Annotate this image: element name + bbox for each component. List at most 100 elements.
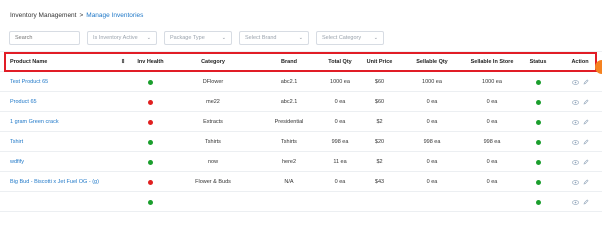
total-qty-cell: [325, 192, 355, 212]
status-dot[interactable]: [535, 199, 541, 205]
brand-cell: abc2.1: [280, 99, 298, 105]
inv-health-cell: [128, 72, 173, 92]
category-cell: [173, 192, 253, 212]
status-dot[interactable]: [535, 99, 541, 105]
status-dot[interactable]: [535, 79, 541, 85]
status-dot[interactable]: [535, 179, 541, 185]
action-cell: [560, 72, 600, 92]
product-name-cell: [10, 192, 128, 212]
product-name-link[interactable]: Big Bud - Biscotti x Jet Fuel OG - (g): [10, 179, 99, 185]
product-name-cell: Tshirt: [10, 132, 128, 152]
category-cell: now: [207, 159, 219, 165]
status-dot[interactable]: [535, 139, 541, 145]
action-cell: [560, 112, 600, 132]
inv-health-cell: [128, 112, 173, 132]
table-row: Big Bud - Biscotti x Jet Fuel OG - (g) Fl…: [0, 172, 602, 192]
health-dot: [148, 139, 153, 145]
unit-price-cell: $2: [376, 159, 383, 165]
sellable-in-store-cell: 1000 ea: [482, 79, 502, 85]
pencil-icon[interactable]: [583, 119, 589, 125]
total-qty-cell: 0 ea: [334, 99, 346, 105]
chevron-down-icon: ⌄: [221, 35, 226, 41]
pencil-icon[interactable]: [583, 79, 589, 85]
eye-icon[interactable]: [571, 79, 579, 85]
category-cell: Extracts: [203, 119, 223, 125]
status-cell: [522, 192, 554, 212]
product-name-cell: Test Product 65: [10, 72, 128, 92]
product-name-cell: wdfify: [10, 152, 128, 172]
inventory-active-label: Is Inventory Active: [93, 35, 138, 41]
sellable-qty-cell: 1000 ea: [422, 79, 442, 85]
table-row: Test Product 65 DFlower abc2.1 1000 ea $60 10…: [0, 72, 602, 92]
category-cell: Tshirts: [205, 139, 221, 145]
inv-health-cell: [128, 192, 173, 212]
package-type-label: Package Type: [170, 35, 205, 41]
product-name-link[interactable]: 1 gram Green crack: [10, 119, 59, 125]
status-dot[interactable]: [535, 159, 541, 165]
product-name-link[interactable]: Test Product 65: [10, 79, 48, 85]
breadcrumb-inventory-management[interactable]: Inventory Management: [10, 12, 76, 19]
side-action-button[interactable]: [595, 60, 602, 74]
unit-price-cell: $2: [376, 119, 383, 125]
brand-cell: here2: [281, 159, 297, 165]
brand-label: Select Brand: [245, 35, 277, 41]
sellable-in-store-cell: 0 ea: [486, 119, 498, 125]
action-cell: [560, 152, 600, 172]
unit-price-cell: $43: [374, 179, 385, 185]
status-dot[interactable]: [535, 119, 541, 125]
pencil-icon[interactable]: [583, 179, 589, 185]
pencil-icon[interactable]: [583, 99, 589, 105]
category-label: Select Category: [322, 35, 362, 41]
unit-price-cell: $60: [374, 99, 385, 105]
product-name-link[interactable]: wdfify: [10, 159, 24, 165]
brand-cell: Presidential: [274, 119, 304, 125]
filter-bar: Is Inventory Active ⌄ Package Type ⌄ Sel…: [9, 31, 384, 45]
health-dot: [148, 79, 153, 85]
status-cell: [522, 72, 554, 92]
table-row: wdfify now here2 11 ea $2 0 ea 0 ea: [0, 152, 602, 172]
status-cell: [522, 152, 554, 172]
unit-price-cell: [357, 192, 402, 212]
action-cell: [560, 192, 600, 212]
sellable-qty-cell: [402, 192, 462, 212]
table-row: Tshirt Tshirts Tshirts 998 ea $20 998 ea 998 e…: [0, 132, 602, 152]
eye-icon[interactable]: [571, 159, 579, 165]
status-cell: [522, 112, 554, 132]
eye-icon[interactable]: [571, 139, 579, 145]
inv-health-cell: [128, 172, 173, 192]
eye-icon[interactable]: [571, 99, 579, 105]
inventory-table: Product Name ⇕ Inv Health Category Brand…: [0, 52, 602, 212]
eye-icon[interactable]: [571, 119, 579, 125]
pencil-icon[interactable]: [583, 199, 589, 205]
search-input[interactable]: [15, 35, 74, 41]
category-cell: Flower & Buds: [195, 179, 231, 185]
product-name-link[interactable]: Product 65: [10, 99, 37, 105]
search-field[interactable]: [9, 31, 80, 45]
breadcrumb-separator: >: [79, 12, 84, 19]
eye-icon[interactable]: [571, 199, 579, 205]
total-qty-cell: 0 ea: [334, 179, 346, 185]
header-highlight-box: [4, 52, 597, 72]
pencil-icon[interactable]: [583, 159, 589, 165]
category-select[interactable]: Select Category ⌄: [316, 31, 384, 45]
sellable-in-store-cell: 998 ea: [483, 139, 501, 145]
total-qty-cell: 1000 ea: [330, 79, 350, 85]
health-dot: [148, 199, 153, 205]
product-name-link[interactable]: Tshirt: [10, 139, 23, 145]
status-cell: [522, 92, 554, 112]
table-row: 1 gram Green crack Extracts Presidential 0 …: [0, 112, 602, 132]
pencil-icon[interactable]: [583, 139, 589, 145]
sellable-qty-cell: 0 ea: [426, 159, 438, 165]
product-name-cell: Product 65: [10, 92, 128, 112]
inventory-active-select[interactable]: Is Inventory Active ⌄: [87, 31, 157, 45]
eye-icon[interactable]: [571, 179, 579, 185]
package-type-select[interactable]: Package Type ⌄: [164, 31, 232, 45]
product-name-cell: 1 gram Green crack: [10, 112, 128, 132]
brand-cell: [253, 192, 325, 212]
chevron-down-icon: ⌄: [298, 35, 303, 41]
total-qty-cell: 11 ea: [333, 159, 347, 165]
brand-cell: abc2.1: [280, 79, 298, 85]
unit-price-cell: $60: [374, 79, 385, 85]
brand-select[interactable]: Select Brand ⌄: [239, 31, 309, 45]
category-cell: me22: [206, 99, 220, 105]
